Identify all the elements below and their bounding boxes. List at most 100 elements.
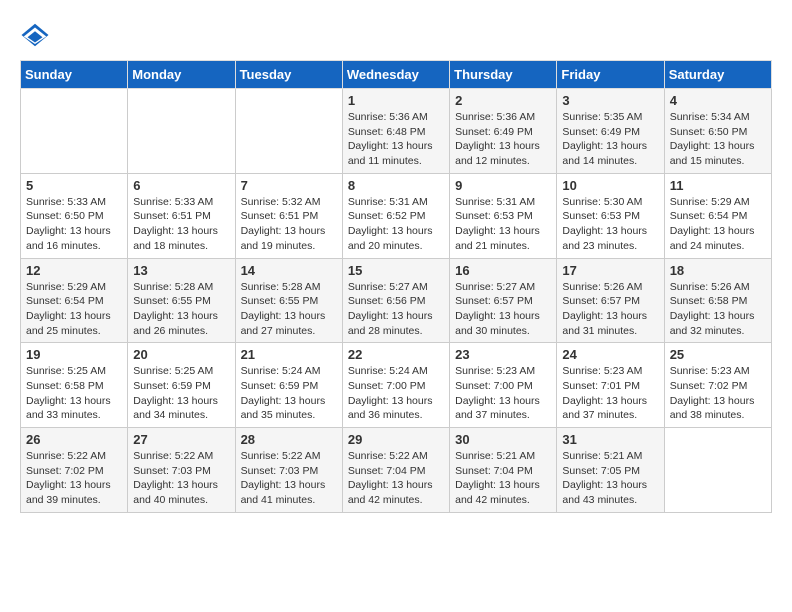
calendar-cell: 30 Sunrise: 5:21 AM Sunset: 7:04 PM Dayli… [450,428,557,513]
calendar-cell [235,89,342,174]
logo [20,20,52,50]
day-info: Sunrise: 5:23 AM Sunset: 7:02 PM Dayligh… [670,364,766,423]
day-info: Sunrise: 5:29 AM Sunset: 6:54 PM Dayligh… [26,280,122,339]
calendar-cell: 26 Sunrise: 5:22 AM Sunset: 7:02 PM Dayli… [21,428,128,513]
calendar-cell: 25 Sunrise: 5:23 AM Sunset: 7:02 PM Dayli… [664,343,771,428]
day-info: Sunrise: 5:27 AM Sunset: 6:56 PM Dayligh… [348,280,444,339]
day-info: Sunrise: 5:34 AM Sunset: 6:50 PM Dayligh… [670,110,766,169]
day-number: 23 [455,347,551,362]
calendar-cell: 14 Sunrise: 5:28 AM Sunset: 6:55 PM Dayli… [235,258,342,343]
day-info: Sunrise: 5:21 AM Sunset: 7:04 PM Dayligh… [455,449,551,508]
day-info: Sunrise: 5:31 AM Sunset: 6:52 PM Dayligh… [348,195,444,254]
calendar-cell [664,428,771,513]
column-header-saturday: Saturday [664,61,771,89]
day-number: 22 [348,347,444,362]
day-number: 21 [241,347,337,362]
calendar-cell: 1 Sunrise: 5:36 AM Sunset: 6:48 PM Daylig… [342,89,449,174]
day-info: Sunrise: 5:26 AM Sunset: 6:58 PM Dayligh… [670,280,766,339]
column-header-friday: Friday [557,61,664,89]
calendar-cell: 24 Sunrise: 5:23 AM Sunset: 7:01 PM Dayli… [557,343,664,428]
day-info: Sunrise: 5:22 AM Sunset: 7:04 PM Dayligh… [348,449,444,508]
day-number: 7 [241,178,337,193]
calendar-cell [128,89,235,174]
day-number: 3 [562,93,658,108]
calendar-cell: 7 Sunrise: 5:32 AM Sunset: 6:51 PM Daylig… [235,173,342,258]
header-row: SundayMondayTuesdayWednesdayThursdayFrid… [21,61,772,89]
day-info: Sunrise: 5:31 AM Sunset: 6:53 PM Dayligh… [455,195,551,254]
calendar-cell: 19Sunrise: 5:25 AM Sunset: 6:58 PM Dayli… [21,343,128,428]
day-info: Sunrise: 5:33 AM Sunset: 6:50 PM Dayligh… [26,195,122,254]
day-info: Sunrise: 5:23 AM Sunset: 7:00 PM Dayligh… [455,364,551,423]
day-number: 27 [133,432,229,447]
day-number: 31 [562,432,658,447]
calendar-cell: 29 Sunrise: 5:22 AM Sunset: 7:04 PM Dayli… [342,428,449,513]
day-info: Sunrise: 5:24 AM Sunset: 6:59 PM Dayligh… [241,364,337,423]
day-number: 4 [670,93,766,108]
day-info: Sunrise: 5:30 AM Sunset: 6:53 PM Dayligh… [562,195,658,254]
calendar-cell: 3 Sunrise: 5:35 AM Sunset: 6:49 PM Daylig… [557,89,664,174]
calendar-cell: 28 Sunrise: 5:22 AM Sunset: 7:03 PM Dayli… [235,428,342,513]
day-info: Sunrise: 5:25 AM Sunset: 6:58 PM Dayligh… [26,364,122,423]
column-header-thursday: Thursday [450,61,557,89]
day-number: 25 [670,347,766,362]
day-number: 29 [348,432,444,447]
calendar-cell: 5 Sunrise: 5:33 AM Sunset: 6:50 PM Daylig… [21,173,128,258]
day-info: Sunrise: 5:28 AM Sunset: 6:55 PM Dayligh… [241,280,337,339]
day-number: 17 [562,263,658,278]
column-header-monday: Monday [128,61,235,89]
day-number: 12 [26,263,122,278]
week-row: 1 Sunrise: 5:36 AM Sunset: 6:48 PM Daylig… [21,89,772,174]
day-number: 20 [133,347,229,362]
calendar-cell: 13 Sunrise: 5:28 AM Sunset: 6:55 PM Dayli… [128,258,235,343]
day-info: Sunrise: 5:22 AM Sunset: 7:03 PM Dayligh… [241,449,337,508]
day-info: Sunrise: 5:32 AM Sunset: 6:51 PM Dayligh… [241,195,337,254]
day-number: 5 [26,178,122,193]
day-info: Sunrise: 5:26 AM Sunset: 6:57 PM Dayligh… [562,280,658,339]
week-row: 19Sunrise: 5:25 AM Sunset: 6:58 PM Dayli… [21,343,772,428]
column-header-tuesday: Tuesday [235,61,342,89]
calendar-cell: 18 Sunrise: 5:26 AM Sunset: 6:58 PM Dayli… [664,258,771,343]
day-info: Sunrise: 5:23 AM Sunset: 7:01 PM Dayligh… [562,364,658,423]
calendar-cell: 2Sunrise: 5:36 AM Sunset: 6:49 PM Daylig… [450,89,557,174]
calendar-cell: 31 Sunrise: 5:21 AM Sunset: 7:05 PM Dayli… [557,428,664,513]
column-header-wednesday: Wednesday [342,61,449,89]
calendar-cell: 10 Sunrise: 5:30 AM Sunset: 6:53 PM Dayli… [557,173,664,258]
calendar-cell: 16Sunrise: 5:27 AM Sunset: 6:57 PM Dayli… [450,258,557,343]
calendar-cell: 20 Sunrise: 5:25 AM Sunset: 6:59 PM Dayli… [128,343,235,428]
day-info: Sunrise: 5:22 AM Sunset: 7:03 PM Dayligh… [133,449,229,508]
week-row: 12 Sunrise: 5:29 AM Sunset: 6:54 PM Dayli… [21,258,772,343]
calendar-cell: 21 Sunrise: 5:24 AM Sunset: 6:59 PM Dayli… [235,343,342,428]
calendar-cell: 8Sunrise: 5:31 AM Sunset: 6:52 PM Daylig… [342,173,449,258]
day-number: 16 [455,263,551,278]
day-info: Sunrise: 5:36 AM Sunset: 6:48 PM Dayligh… [348,110,444,169]
day-info: Sunrise: 5:22 AM Sunset: 7:02 PM Dayligh… [26,449,122,508]
day-number: 24 [562,347,658,362]
day-number: 6 [133,178,229,193]
day-number: 10 [562,178,658,193]
day-info: Sunrise: 5:21 AM Sunset: 7:05 PM Dayligh… [562,449,658,508]
column-header-sunday: Sunday [21,61,128,89]
page-header [20,20,772,50]
day-number: 28 [241,432,337,447]
day-info: Sunrise: 5:24 AM Sunset: 7:00 PM Dayligh… [348,364,444,423]
day-number: 18 [670,263,766,278]
calendar-cell [21,89,128,174]
calendar-cell: 17 Sunrise: 5:26 AM Sunset: 6:57 PM Dayli… [557,258,664,343]
calendar-cell: 11 Sunrise: 5:29 AM Sunset: 6:54 PM Dayli… [664,173,771,258]
day-number: 26 [26,432,122,447]
day-number: 15 [348,263,444,278]
calendar-cell: 12 Sunrise: 5:29 AM Sunset: 6:54 PM Dayli… [21,258,128,343]
day-info: Sunrise: 5:29 AM Sunset: 6:54 PM Dayligh… [670,195,766,254]
calendar-table: SundayMondayTuesdayWednesdayThursdayFrid… [20,60,772,513]
day-info: Sunrise: 5:28 AM Sunset: 6:55 PM Dayligh… [133,280,229,339]
day-number: 30 [455,432,551,447]
day-number: 11 [670,178,766,193]
day-number: 13 [133,263,229,278]
day-info: Sunrise: 5:25 AM Sunset: 6:59 PM Dayligh… [133,364,229,423]
day-number: 1 [348,93,444,108]
day-info: Sunrise: 5:35 AM Sunset: 6:49 PM Dayligh… [562,110,658,169]
day-number: 14 [241,263,337,278]
logo-icon [20,20,50,50]
day-info: Sunrise: 5:33 AM Sunset: 6:51 PM Dayligh… [133,195,229,254]
week-row: 5 Sunrise: 5:33 AM Sunset: 6:50 PM Daylig… [21,173,772,258]
